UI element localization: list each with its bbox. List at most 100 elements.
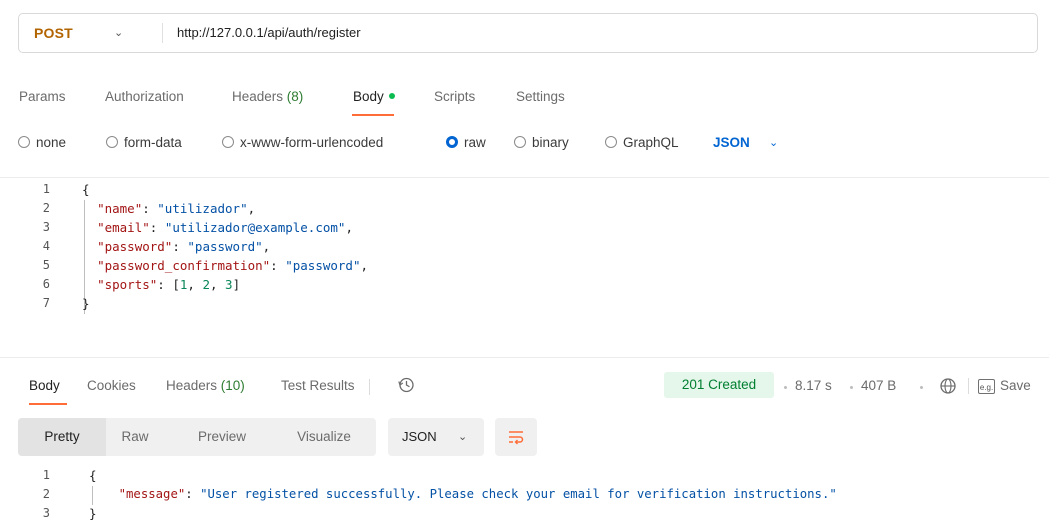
response-tab-test-results[interactable]: Test Results <box>281 378 355 393</box>
response-tab-body[interactable]: Body <box>29 378 60 393</box>
line-number: 1 <box>42 182 50 196</box>
code-line: { <box>89 466 837 485</box>
response-tab-cookies[interactable]: Cookies <box>87 378 136 393</box>
json-key: "password" <box>97 239 173 254</box>
code-line: "sports": [1, 2, 3] <box>97 277 241 292</box>
radio-label: GraphQL <box>623 135 679 150</box>
radio-circle-icon <box>605 136 617 149</box>
code-line: "name": "utilizador", <box>97 201 256 216</box>
save-response-button[interactable]: Save <box>1000 378 1031 393</box>
method-select[interactable]: POST <box>34 14 73 52</box>
body-language-select[interactable]: JSON <box>713 134 750 152</box>
radio-circle-icon <box>106 136 118 149</box>
request-body-editor[interactable]: { "name": "utilizador", "email": "utiliz… <box>82 180 368 313</box>
radio-graphql[interactable]: GraphQL <box>605 134 679 152</box>
active-tab-indicator <box>29 403 67 405</box>
response-language-label: JSON <box>402 429 437 444</box>
radio-circle-icon <box>18 136 30 149</box>
brace: } <box>89 506 97 521</box>
line-number: 7 <box>42 296 50 310</box>
response-time[interactable]: 8.17 s <box>795 378 832 393</box>
json-number: 2 <box>202 277 210 292</box>
json-key: "sports" <box>97 277 158 292</box>
chevron-down-icon[interactable]: ⌄ <box>114 14 123 52</box>
radio-circle-icon <box>514 136 526 149</box>
divider <box>968 378 969 394</box>
radio-circle-icon <box>222 136 234 149</box>
radio-label: x-www-form-urlencoded <box>240 135 384 150</box>
response-view-toggle: Pretty Raw Preview Visualize <box>18 418 376 456</box>
radio-form-data[interactable]: form-data <box>106 134 182 152</box>
view-visualize-button[interactable]: Visualize <box>284 418 364 456</box>
json-key: "email" <box>97 220 150 235</box>
radio-raw[interactable]: raw <box>446 134 486 152</box>
tab-body[interactable]: Body <box>353 89 395 104</box>
tab-settings[interactable]: Settings <box>516 89 565 104</box>
brace: { <box>82 182 90 197</box>
response-tab-headers-label: Headers <box>166 378 218 393</box>
example-icon[interactable]: e.g. <box>978 379 995 394</box>
globe-icon[interactable] <box>939 377 957 395</box>
tab-authorization[interactable]: Authorization <box>105 89 184 104</box>
view-raw-button[interactable]: Raw <box>110 418 160 456</box>
chevron-down-icon[interactable]: ⌄ <box>769 134 778 152</box>
code-line: "password_confirmation": "password", <box>97 258 369 273</box>
wrap-lines-button[interactable] <box>495 418 537 456</box>
response-size[interactable]: 407 B <box>861 378 896 393</box>
radio-label: binary <box>532 135 569 150</box>
separator-dot <box>850 386 853 389</box>
url-input[interactable] <box>177 14 977 52</box>
json-value: "password" <box>285 258 361 273</box>
code-line: } <box>89 504 837 523</box>
chevron-down-icon: ⌄ <box>458 431 468 443</box>
history-icon[interactable] <box>397 376 415 394</box>
response-language-select[interactable]: JSON ⌄ <box>388 418 484 456</box>
url-divider <box>162 23 163 43</box>
json-value: "utilizador@example.com" <box>164 220 346 235</box>
status-badge[interactable]: 201 Created <box>664 372 774 398</box>
json-value: "password" <box>187 239 263 254</box>
divider <box>369 379 370 395</box>
active-tab-indicator <box>352 114 394 116</box>
json-key: "password_confirmation" <box>97 258 271 273</box>
code-line: "email": "utilizador@example.com", <box>97 220 353 235</box>
line-number: 5 <box>42 258 50 272</box>
line-number: 6 <box>42 277 50 291</box>
response-body-viewer[interactable]: { "message": "User registered successful… <box>89 466 837 523</box>
divider <box>0 357 1049 358</box>
tab-headers-count: (8) <box>286 89 304 104</box>
brace: } <box>82 296 90 311</box>
divider <box>0 177 1049 178</box>
wrap-lines-icon <box>509 431 524 445</box>
response-tab-headers[interactable]: Headers (10) <box>166 378 245 393</box>
view-preview-button[interactable]: Preview <box>182 418 262 456</box>
code-line: "message": "User registered successfully… <box>118 487 837 501</box>
radio-label: raw <box>464 135 486 150</box>
radio-label: none <box>36 135 67 150</box>
response-tab-headers-count: (10) <box>220 378 245 393</box>
line-number: 2 <box>42 201 50 215</box>
radio-selected-icon <box>446 136 458 149</box>
radio-urlencoded[interactable]: x-www-form-urlencoded <box>222 134 383 152</box>
tab-body-label: Body <box>353 89 384 104</box>
json-value: "utilizador" <box>157 201 248 216</box>
radio-binary[interactable]: binary <box>514 134 569 152</box>
modified-dot-icon <box>388 93 395 100</box>
view-pretty-button[interactable]: Pretty <box>18 418 106 456</box>
json-number: 3 <box>225 277 233 292</box>
code-line: "password": "password", <box>97 239 271 254</box>
json-value: "User registered successfully. Please ch… <box>200 487 837 501</box>
brace: { <box>89 468 97 483</box>
tab-headers[interactable]: Headers (8) <box>232 89 303 104</box>
code-line: { <box>82 180 368 199</box>
separator-dot <box>920 386 923 389</box>
tab-headers-label: Headers <box>232 89 284 104</box>
line-number: 4 <box>42 239 50 253</box>
code-line: } <box>82 294 368 313</box>
separator-dot <box>784 386 787 389</box>
tab-scripts[interactable]: Scripts <box>434 89 475 104</box>
radio-label: form-data <box>124 135 182 150</box>
radio-none[interactable]: none <box>18 134 66 152</box>
tab-params[interactable]: Params <box>19 89 66 104</box>
line-number: 2 <box>42 487 50 501</box>
